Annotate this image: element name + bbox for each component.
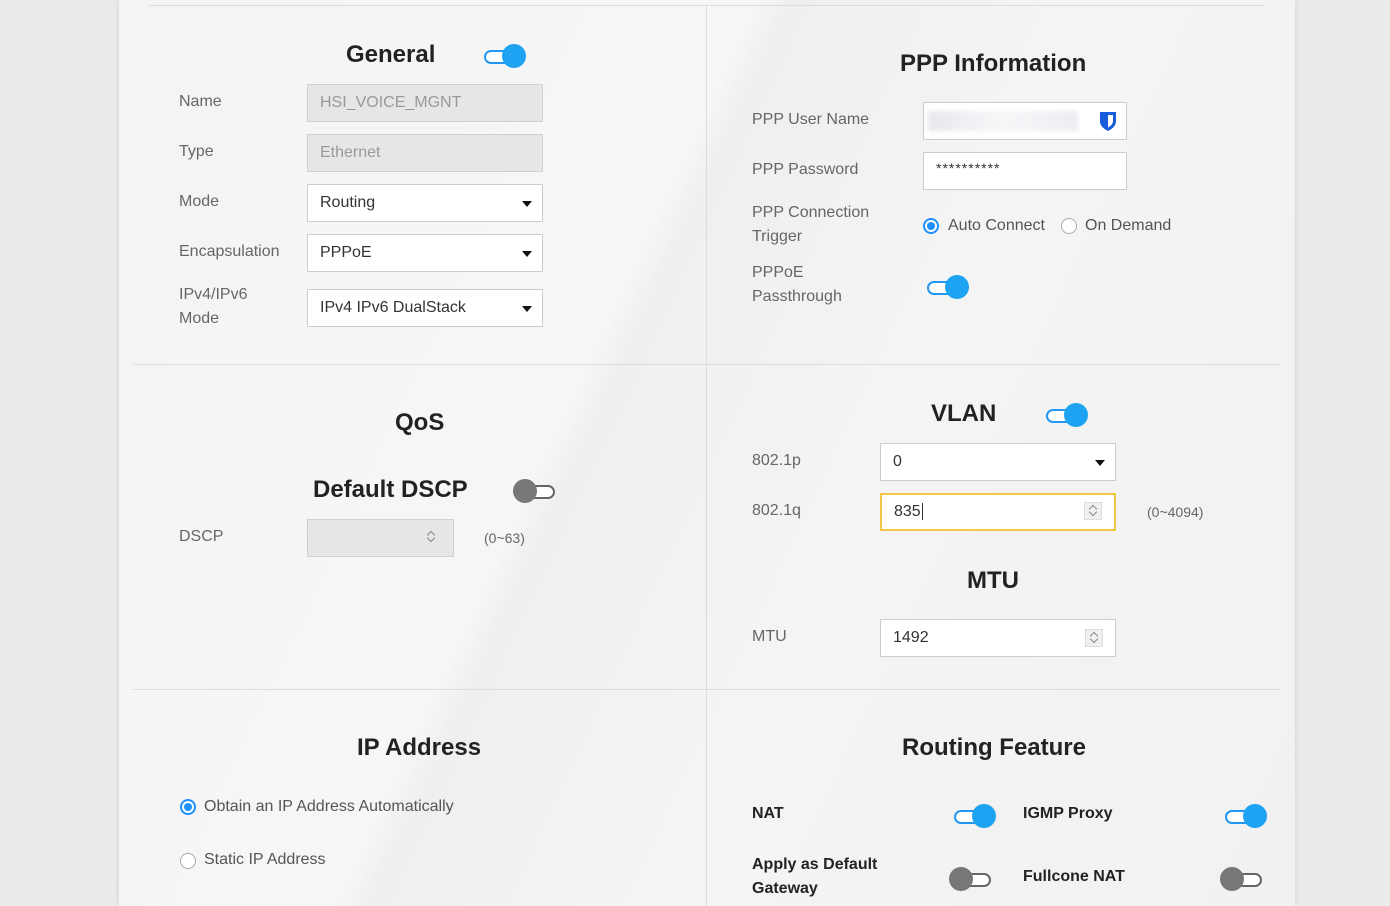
passthrough-label-line1: PPPoE [752,264,804,281]
ip-mode-label-line2: Mode [179,310,220,327]
default-gateway-label-line1: Apply as Default [752,856,878,873]
vlan-toggle[interactable] [1044,402,1088,428]
dot1p-select[interactable]: 0 [880,443,1116,481]
chevron-down-icon [522,251,532,257]
general-title: General [346,41,436,68]
mtu-title: MTU [967,567,1019,594]
toggle-knob [949,867,973,891]
dscp-label: DSCP [179,528,224,545]
text-cursor [921,503,923,520]
chevron-down-icon [1095,460,1105,466]
toggle-knob [945,275,969,299]
spinner-icon [423,529,441,547]
dot1q-label: 802.1q [752,502,801,519]
default-gateway-label-line2: Gateway [752,880,818,897]
mtu-value: 1492 [893,629,929,646]
default-gateway-toggle[interactable] [949,866,993,892]
type-label: Type [179,143,214,160]
dscp-range: (0~63) [484,530,525,546]
dscp-field [307,519,454,557]
default-dscp-title: Default DSCP [313,476,468,503]
ppp-password-field[interactable]: ********** [923,152,1127,190]
ip-mode-select-value: IPv4 IPv6 DualStack [320,299,466,316]
nat-label: NAT [752,805,784,822]
trigger-label-line2: Trigger [752,228,803,245]
static-ip-label[interactable]: Static IP Address [204,850,326,870]
qos-title: QoS [395,409,445,436]
mtu-label: MTU [752,628,787,645]
fullcone-nat-label: Fullcone NAT [1023,868,1125,885]
password-manager-shield-icon[interactable] [1098,110,1118,132]
chevron-down-icon [522,306,532,312]
ppp-password-label: PPP Password [752,161,859,178]
igmp-proxy-toggle[interactable] [1223,803,1267,829]
on-demand-label[interactable]: On Demand [1085,216,1171,236]
toggle-knob [502,44,526,68]
ppp-title: PPP Information [900,50,1087,77]
nat-toggle[interactable] [952,803,996,829]
mode-label: Mode [179,193,220,210]
trigger-label-line1: PPP Connection [752,204,870,221]
top-divider [149,5,1265,6]
static-ip-radio[interactable] [180,853,196,869]
passthrough-label-line2: Passthrough [752,288,842,305]
obtain-ip-auto-label[interactable]: Obtain an IP Address Automatically [204,797,454,817]
mode-select[interactable]: Routing [307,184,543,222]
dot1p-label: 802.1p [752,452,801,469]
igmp-proxy-label: IGMP Proxy [1023,805,1113,822]
type-field: Ethernet [307,134,543,172]
spinner-icon[interactable] [1084,502,1102,520]
encapsulation-label: Encapsulation [179,243,280,260]
ppp-user-label: PPP User Name [752,111,870,128]
dot1q-range: (0~4094) [1147,504,1204,520]
auto-connect-radio[interactable] [923,218,939,234]
ip-address-title: IP Address [357,734,482,761]
routing-feature-title: Routing Feature [902,734,1086,761]
chevron-down-icon [522,201,532,207]
fullcone-nat-toggle[interactable] [1220,866,1264,892]
mtu-input[interactable]: 1492 [880,619,1116,657]
name-label: Name [179,93,222,110]
dot1q-input[interactable]: 835 [880,493,1116,531]
toggle-knob [972,804,996,828]
dot1p-select-value: 0 [893,453,902,470]
on-demand-radio[interactable] [1061,218,1077,234]
row-divider-1 [133,364,1280,365]
auto-connect-label[interactable]: Auto Connect [948,216,1045,236]
settings-card: General Name HSI_VOICE_MGNT Type Etherne… [119,0,1295,906]
name-field: HSI_VOICE_MGNT [307,84,543,122]
passthrough-toggle[interactable] [925,274,969,300]
ip-mode-select[interactable]: IPv4 IPv6 DualStack [307,289,543,327]
toggle-knob [1064,403,1088,427]
ip-mode-label-line1: IPv4/IPv6 [179,286,248,303]
toggle-knob [513,479,537,503]
mode-select-value: Routing [320,194,376,211]
dot1q-value: 835 [894,503,921,520]
masked-username [928,111,1078,131]
obtain-ip-auto-radio[interactable] [180,799,196,815]
spinner-icon[interactable] [1085,629,1103,647]
vlan-title: VLAN [931,400,997,427]
toggle-knob [1220,867,1244,891]
row-divider-2 [133,689,1280,690]
general-toggle[interactable] [482,43,526,69]
toggle-knob [1243,804,1267,828]
ppp-user-field[interactable] [923,102,1127,140]
default-dscp-toggle[interactable] [513,478,557,504]
encapsulation-select-value: PPPoE [320,244,372,261]
encapsulation-select[interactable]: PPPoE [307,234,543,272]
center-divider [706,5,707,906]
